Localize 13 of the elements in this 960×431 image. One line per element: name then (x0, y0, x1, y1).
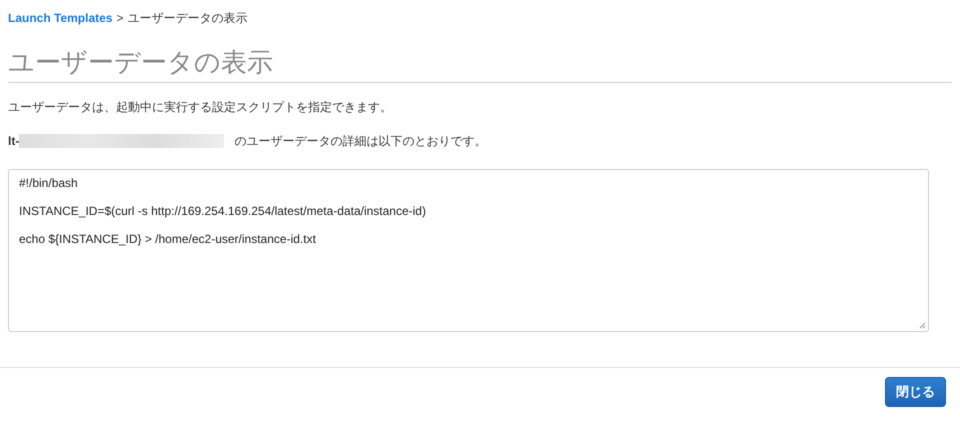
breadcrumb-current: ユーザーデータの表示 (127, 10, 248, 26)
breadcrumb-separator: > (116, 11, 124, 25)
code-line: INSTANCE_ID=$(curl -s http://169.254.169.254/latest/meta-data/instance-id) (19, 204, 427, 218)
breadcrumb-link[interactable]: Launch Templates (8, 11, 112, 25)
resize-grip-icon[interactable] (919, 322, 926, 329)
template-id-prefix: lt- (8, 133, 20, 149)
description-text: ユーザーデータは、起動中に実行する設定スクリプトを指定できます。 (8, 100, 392, 114)
code-line: echo ${INSTANCE_ID} > /home/ec2-user/instance-id.txt (19, 232, 317, 246)
detail-text: のユーザーデータの詳細は以下のとおりです。 (234, 133, 486, 149)
close-button[interactable]: 閉じる (885, 377, 946, 407)
user-data-field[interactable]: #!/bin/bash INSTANCE_ID=$(curl -s http://169.254.169.254/latest/meta-data/instance-id) echo ${INSTANCE_ID} > /home/ec2-user/instance-id.txt (8, 169, 929, 332)
page-heading: ユーザーデータの表示 (8, 46, 273, 78)
code-line: #!/bin/bash (19, 176, 79, 190)
